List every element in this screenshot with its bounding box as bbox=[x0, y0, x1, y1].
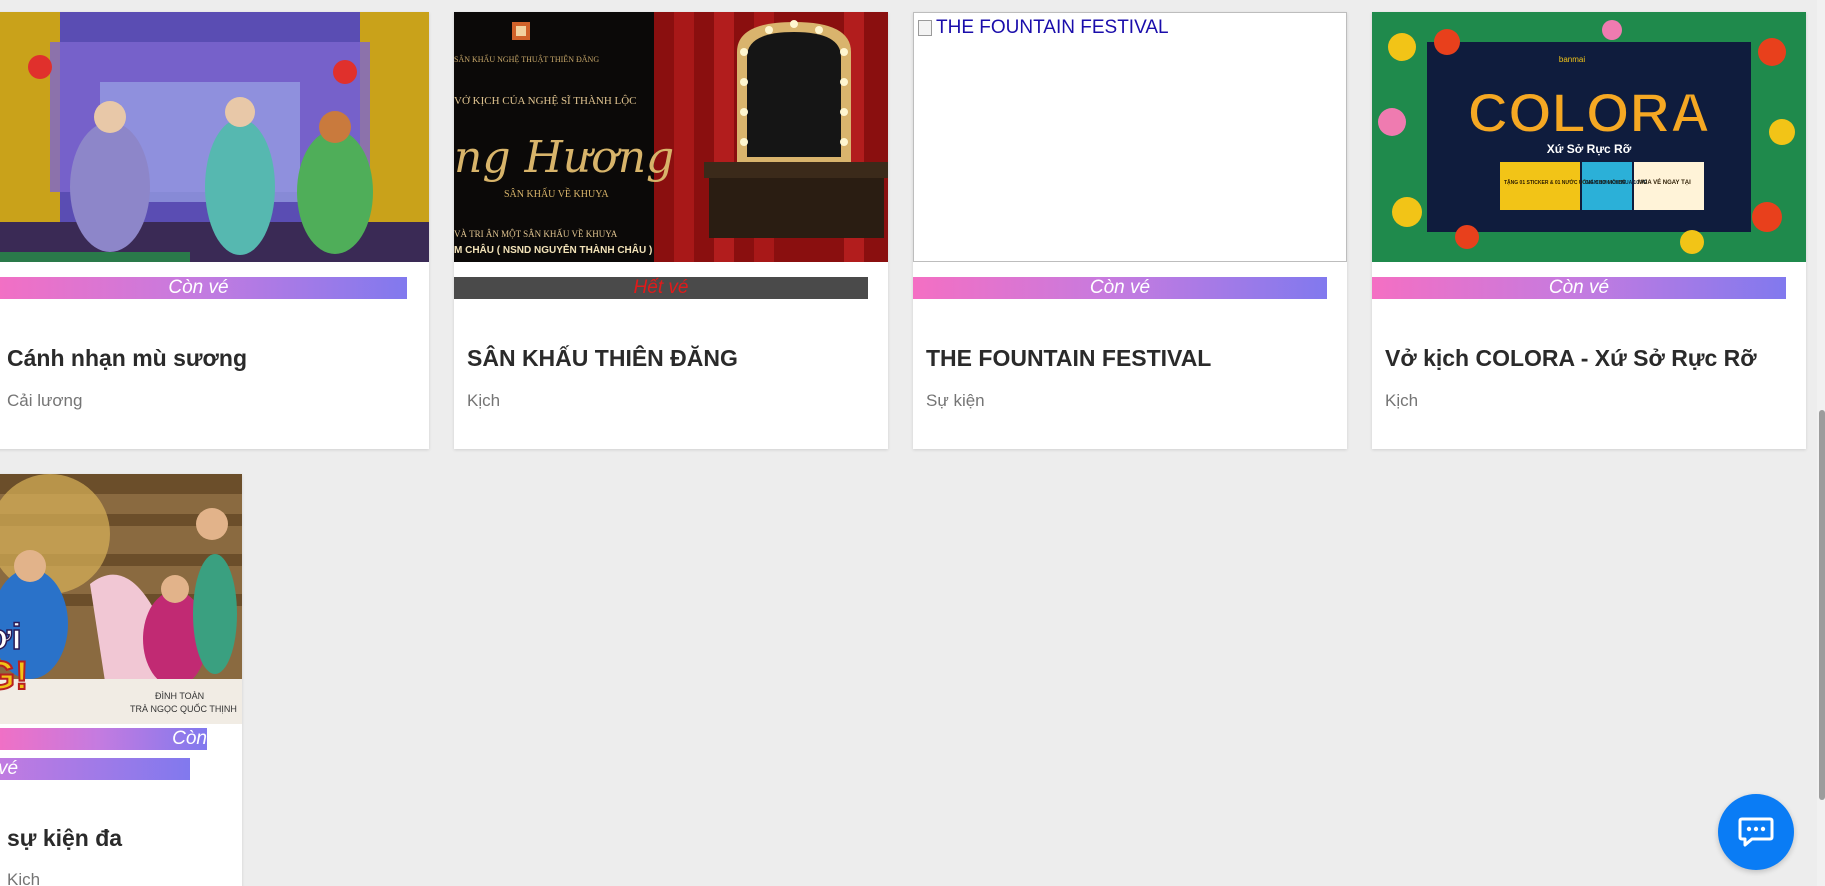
event-poster-image[interactable]: SÂN KHẤU NGHỆ THUẬT THIÊN ĐĂNG VỞ KỊCH C… bbox=[454, 12, 888, 262]
svg-text:ĐÌNH TOÀN: ĐÌNH TOÀN bbox=[155, 691, 204, 701]
svg-text:Xứ Sở Rực Rỡ: Xứ Sở Rực Rỡ bbox=[1547, 142, 1632, 156]
event-poster-image[interactable]: banmai COLORA Xứ Sở Rực Rỡ TẶNG 01 STICK… bbox=[1372, 12, 1806, 262]
event-card[interactable]: THE FOUNTAIN FESTIVAL Còn vé THE FOUNTAI… bbox=[913, 12, 1347, 449]
event-category: Kịch bbox=[467, 391, 501, 410]
event-poster-image[interactable] bbox=[0, 12, 429, 262]
colora-poster-illustration: banmai COLORA Xứ Sở Rực Rỡ TẶNG 01 STICK… bbox=[1372, 12, 1806, 262]
event-title[interactable]: Vở kịch COLORA - Xứ Sở Rực Rỡ bbox=[1385, 345, 1757, 372]
comedy-poster-illustration: ơi G! ĐÌNH TOÀN TRÀ NGỌC QUỐC THỊNH bbox=[0, 474, 242, 724]
chat-bubble-icon bbox=[1738, 817, 1774, 847]
broken-image-placeholder: THE FOUNTAIN FESTIVAL bbox=[918, 17, 1169, 39]
svg-text:M CHÂU ( NSND NGUYỄN THÀNH CHÂ: M CHÂU ( NSND NGUYỄN THÀNH CHÂU ) bbox=[454, 243, 652, 256]
event-card[interactable]: Còn vé Cánh nhạn mù sương Cải lương bbox=[0, 12, 429, 449]
svg-text:G!: G! bbox=[0, 654, 28, 698]
event-card[interactable]: banmai COLORA Xứ Sở Rực Rỡ TẶNG 01 STICK… bbox=[1372, 12, 1806, 449]
event-category: Kịch bbox=[7, 870, 41, 886]
theatre-curtain-illustration: SÂN KHẤU NGHỆ THUẬT THIÊN ĐĂNG VỞ KỊCH C… bbox=[454, 12, 888, 262]
svg-text:ơi: ơi bbox=[0, 616, 22, 657]
ticket-status-label: Còn vé bbox=[168, 277, 229, 298]
event-title[interactable]: Cánh nhạn mù sương bbox=[7, 345, 247, 372]
ticket-status-badge: Còn vé bbox=[0, 277, 407, 299]
ticket-status-badge: Hết vé bbox=[454, 277, 868, 299]
svg-text:COLORA: COLORA bbox=[1468, 81, 1711, 144]
scrollbar-thumb[interactable] bbox=[1819, 410, 1825, 800]
svg-text:MUA VÉ NGAY TẠI: MUA VÉ NGAY TẠI bbox=[1638, 178, 1691, 186]
image-alt-text: THE FOUNTAIN FESTIVAL bbox=[936, 17, 1169, 38]
ticket-status-label: Còn vé bbox=[1548, 277, 1610, 298]
svg-text:banmai: banmai bbox=[1559, 55, 1585, 64]
svg-text:SÂN KHẤU NGHỆ THUẬT THIÊN ĐĂNG: SÂN KHẤU NGHỆ THUẬT THIÊN ĐĂNG bbox=[454, 54, 599, 64]
event-card[interactable]: ơi G! ĐÌNH TOÀN TRÀ NGỌC QUỐC THỊNH Còn … bbox=[0, 474, 242, 886]
stage-scene-illustration bbox=[0, 12, 429, 262]
ticket-status-badge: Còn vé bbox=[1372, 277, 1786, 299]
event-poster-image[interactable]: ơi G! ĐÌNH TOÀN TRÀ NGỌC QUỐC THỊNH bbox=[0, 474, 242, 724]
svg-text:ng Hương: ng Hương bbox=[454, 132, 674, 183]
event-title[interactable]: sự kiện đa bbox=[7, 825, 122, 852]
ticket-status-label: Còn vé bbox=[1089, 277, 1151, 298]
ticket-status-badge: Còn vé bbox=[913, 277, 1327, 299]
ticket-status-label: vé bbox=[0, 758, 19, 779]
page-scrollbar[interactable] bbox=[1817, 0, 1825, 886]
svg-text:VỞ KỊCH CỦA NGHỆ SĨ THÀNH LỘC: VỞ KỊCH CỦA NGHỆ SĨ THÀNH LỘC bbox=[454, 95, 637, 107]
event-category: Cải lương bbox=[7, 391, 83, 410]
svg-text:TRÀ NGỌC QUỐC THỊNH: TRÀ NGỌC QUỐC THỊNH bbox=[130, 703, 237, 714]
event-title[interactable]: SÂN KHẤU THIÊN ĐĂNG bbox=[467, 345, 738, 372]
ticket-status-label: Hết vé bbox=[633, 277, 689, 298]
event-category: Kịch bbox=[1385, 391, 1419, 410]
svg-text:SÂN KHẤU VỀ KHUYA: SÂN KHẤU VỀ KHUYA bbox=[504, 187, 609, 200]
event-grid-page: Còn vé Cánh nhạn mù sương Cải lương SÂN … bbox=[0, 0, 1825, 886]
event-category: Sự kiện bbox=[926, 391, 985, 410]
ticket-status-badge-line1: Còn bbox=[0, 728, 207, 750]
ticket-status-badge-line2: vé bbox=[0, 758, 190, 780]
chat-button[interactable] bbox=[1718, 794, 1794, 870]
svg-text:VÀ TRI ÂN MỘT SÂN KHẤU VỀ KH: VÀ TRI ÂN MỘT SÂN KHẤU VỀ KHUYA bbox=[454, 229, 618, 239]
event-title[interactable]: THE FOUNTAIN FESTIVAL bbox=[926, 345, 1211, 372]
broken-image-icon bbox=[918, 20, 932, 36]
event-poster-image[interactable]: THE FOUNTAIN FESTIVAL bbox=[913, 12, 1347, 262]
ticket-status-label: Còn bbox=[172, 728, 207, 749]
event-card[interactable]: SÂN KHẤU NGHỆ THUẬT THIÊN ĐĂNG VỞ KỊCH C… bbox=[454, 12, 888, 449]
